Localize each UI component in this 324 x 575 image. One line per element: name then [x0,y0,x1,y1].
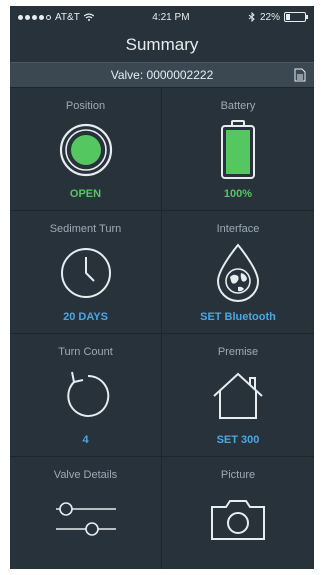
tile-label: Valve Details [53,469,118,481]
tile-battery[interactable]: Battery 100% [162,88,314,211]
tile-value: 20 DAYS [63,311,108,323]
globe-drop-icon [206,243,270,303]
tile-interface[interactable]: Interface SET Bluetooth [162,211,314,334]
tile-label: Sediment Turn [49,223,122,235]
tile-picture[interactable]: Picture [162,457,314,569]
carrier-label: AT&T [55,11,80,23]
tile-value: SET Bluetooth [200,311,276,323]
status-battery-icon [284,12,308,22]
tile-value: SET 300 [216,434,260,446]
page-title: Summary [125,35,199,54]
tile-valve-details[interactable]: Valve Details [10,457,162,569]
tile-label: Premise [217,346,259,358]
tile-premise[interactable]: Premise SET 300 [162,334,314,457]
refresh-icon [54,366,118,426]
document-icon[interactable] [294,68,306,82]
tile-value: 4 [82,434,89,446]
valve-bar: Valve: 0000002222 [10,62,314,88]
tile-label: Battery [220,100,256,112]
tile-value: OPEN [69,188,102,200]
status-time: 4:21 PM [152,11,190,23]
tile-sediment-turn[interactable]: Sediment Turn 20 DAYS [10,211,162,334]
tile-label: Position [65,100,106,112]
signal-strength-icon [18,14,51,20]
sliders-icon [54,489,118,549]
camera-icon [206,489,270,549]
tile-label: Turn Count [58,346,113,358]
position-indicator-icon [54,120,118,180]
wifi-icon [83,13,94,21]
tile-label: Picture [220,469,256,481]
battery-icon [206,120,270,180]
summary-grid: Position OPEN Battery 100% Sediment Turn… [10,88,314,569]
status-right: 22% [248,11,308,23]
status-bar: AT&T 4:21 PM 22% [10,6,314,28]
bluetooth-icon [248,12,255,22]
battery-percent: 22% [259,11,280,23]
app-screen: AT&T 4:21 PM 22% Summary Valve: 00000022… [10,6,314,569]
clock-icon [54,243,118,303]
status-left: AT&T [18,12,94,23]
tile-position[interactable]: Position OPEN [10,88,162,211]
tile-turn-count[interactable]: Turn Count 4 [10,334,162,457]
valve-label: Valve: 0000002222 [110,68,214,82]
tile-value: 100% [223,188,253,200]
house-icon [206,366,270,426]
tile-label: Interface [216,223,260,235]
